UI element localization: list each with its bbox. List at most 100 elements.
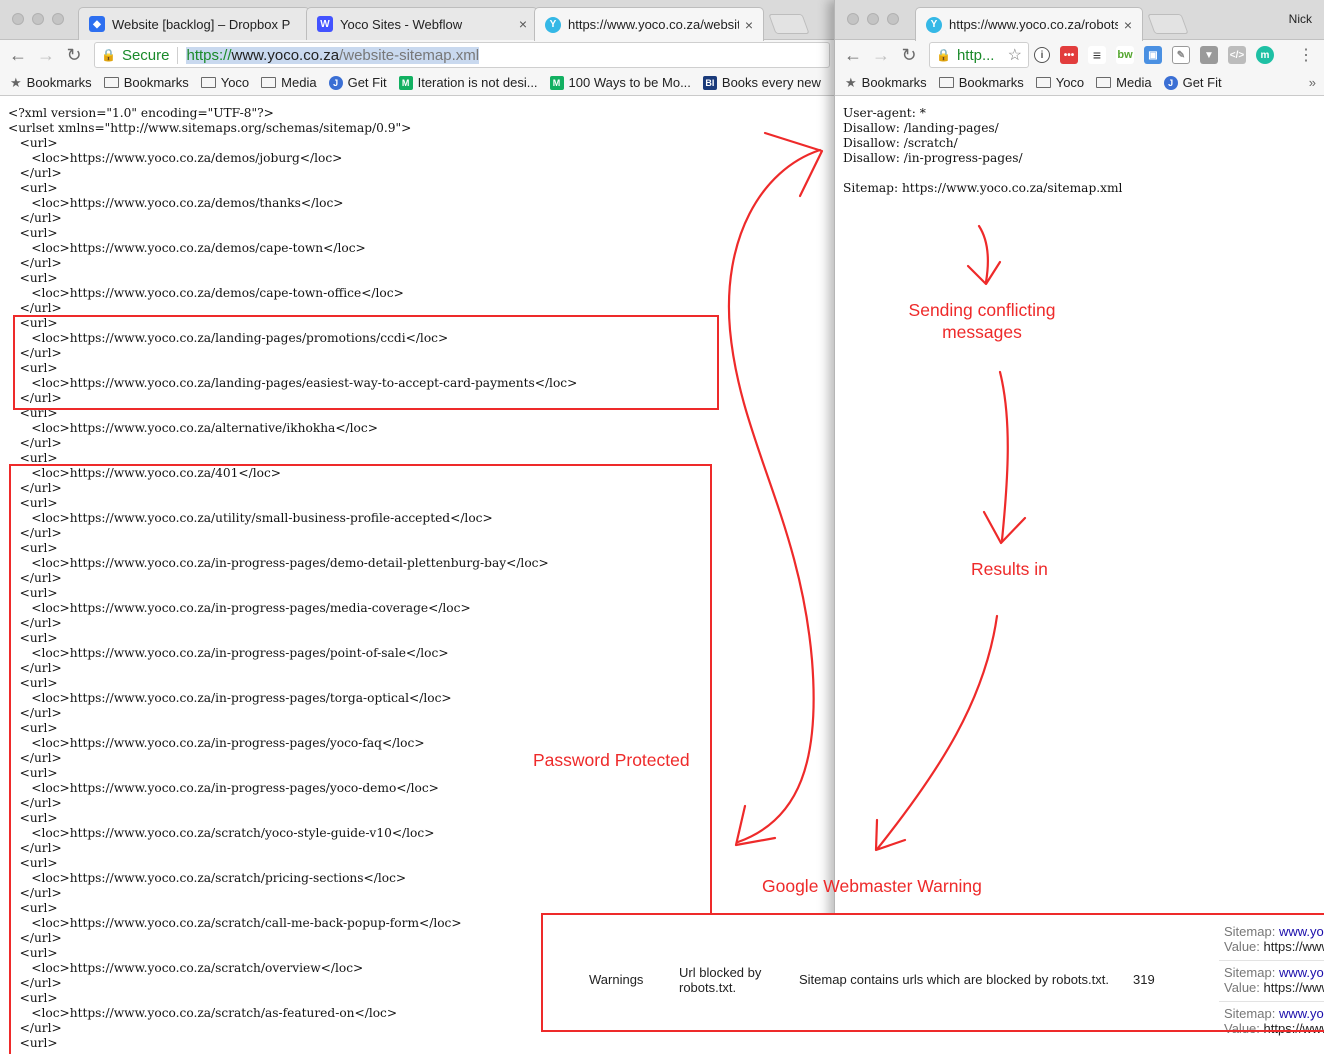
folder-icon	[103, 77, 119, 88]
lock-icon: 🔒	[936, 48, 951, 62]
sitemap-link[interactable]: www.yo	[1279, 965, 1324, 980]
back-arrow-icon[interactable]: ←	[839, 41, 867, 69]
webflow-icon: W	[317, 16, 333, 32]
profile-name[interactable]: Nick	[1289, 12, 1312, 26]
robots-txt-source: User-agent: * Disallow: /landing-pages/ …	[843, 106, 1123, 195]
j-icon: J	[1163, 75, 1178, 90]
bookmark-item[interactable]: J Get Fit	[328, 75, 387, 90]
folder-icon	[1096, 77, 1112, 88]
warning-type: Warnings	[589, 972, 644, 987]
shield-icon[interactable]: ▼	[1200, 46, 1218, 64]
folder-icon	[200, 77, 216, 88]
bi-icon: BI	[702, 75, 717, 90]
zoom-window-button[interactable]	[887, 13, 899, 25]
close-tab-icon[interactable]: ×	[1124, 17, 1132, 33]
folder-icon	[938, 77, 954, 88]
sitemap-link[interactable]: www.yo	[1279, 1006, 1324, 1021]
tab-strip: Y https://www.yoco.co.za/robots × Nick	[835, 0, 1324, 41]
bookmark-item[interactable]: ★ Bookmarks	[845, 75, 927, 91]
close-tab-icon[interactable]: ×	[745, 17, 753, 33]
folder-icon	[1035, 77, 1051, 88]
bookmark-item[interactable]: BI Books every new	[702, 75, 821, 90]
bookmark-item[interactable]: M 100 Ways to be Mo...	[549, 75, 691, 90]
tab-title: https://www.yoco.co.za/websit	[568, 17, 739, 32]
lock-icon: 🔒	[101, 48, 116, 62]
toolbar: ← → ↻ 🔒 http... ☆ i ••• ≡ bw ▣ ✎ ▼ </> m…	[835, 40, 1324, 70]
bookmark-folder[interactable]: Yoco	[200, 75, 249, 90]
bookmark-folder[interactable]: Bookmarks	[103, 75, 189, 90]
builtwith-icon[interactable]: bw	[1116, 46, 1134, 64]
pencil-icon[interactable]: ✎	[1172, 46, 1190, 64]
tab-title: Yoco Sites - Webflow	[340, 16, 463, 32]
sending-conflicting-messages-note: Sending conflicting messages	[908, 300, 1056, 342]
bookmarks-bar: ★ Bookmarks Bookmarks Yoco Media J Get Fit…	[835, 70, 1324, 96]
clipper-icon[interactable]: ▣	[1144, 46, 1162, 64]
m-extension-icon[interactable]: m	[1256, 46, 1274, 64]
minimize-window-button[interactable]	[32, 13, 44, 25]
folder-icon	[261, 77, 277, 88]
bookmark-item[interactable]: M Iteration is not desi...	[398, 75, 538, 90]
minimize-window-button[interactable]	[867, 13, 879, 25]
new-tab-button[interactable]	[768, 14, 810, 34]
more-bookmarks-icon[interactable]: »	[1309, 75, 1316, 90]
bookmarks-bar: ★ Bookmarks Bookmarks Yoco Media J Get Fit…	[0, 70, 834, 96]
robots-content: User-agent: * Disallow: /landing-pages/ …	[835, 97, 1324, 1054]
reload-icon[interactable]: ↻	[895, 41, 923, 69]
onepassword-icon[interactable]: i	[1034, 47, 1050, 63]
divider	[1219, 1001, 1324, 1002]
buffer-icon[interactable]: ≡	[1088, 46, 1106, 64]
tab-strip: ◆ Website [backlog] – Dropbox P W Yoco S…	[0, 0, 834, 41]
webmaster-warning-panel: Warnings Url blocked by robots.txt. Site…	[541, 913, 1324, 1054]
url-text: https://www.yoco.co.za/website-sitemap.x…	[186, 46, 480, 64]
sitemap-browser-window: ◆ Website [backlog] – Dropbox P W Yoco S…	[0, 0, 834, 1054]
tab-robots[interactable]: Y https://www.yoco.co.za/robots ×	[915, 7, 1143, 41]
tab-title: https://www.yoco.co.za/robots	[949, 17, 1118, 32]
menu-dots-icon[interactable]: ⋮	[1292, 41, 1320, 69]
google-webmaster-warning-note: Google Webmaster Warning	[762, 876, 982, 896]
sitemap-xml-source: <?xml version="1.0" encoding="UTF-8"?> <…	[8, 106, 578, 1050]
warning-count: 319	[1133, 972, 1155, 987]
warning-entry: Sitemap: www.yo Value: https://www	[1224, 1006, 1324, 1036]
bookmark-star-icon[interactable]: ☆	[1008, 45, 1022, 65]
lastpass-icon[interactable]: •••	[1060, 46, 1078, 64]
forward-arrow-icon[interactable]: →	[32, 41, 60, 69]
tab-title: Website [backlog] – Dropbox P	[112, 16, 291, 32]
medium-icon: M	[398, 75, 413, 90]
warning-description: Sitemap contains urls which are blocked …	[799, 972, 1109, 987]
secure-label: Secure	[122, 46, 179, 64]
results-in-note: Results in	[971, 559, 1048, 579]
zoom-window-button[interactable]	[52, 13, 64, 25]
address-bar[interactable]: 🔒 http... ☆	[929, 42, 1029, 68]
tab-dropbox[interactable]: ◆ Website [backlog] – Dropbox P	[78, 7, 310, 40]
bookmark-folder[interactable]: Media	[261, 75, 317, 90]
warning-entry: Sitemap: www.yo Value: https://www	[1224, 965, 1324, 995]
j-icon: J	[328, 75, 343, 90]
back-arrow-icon[interactable]: ←	[4, 41, 32, 69]
forward-arrow-icon[interactable]: →	[867, 41, 895, 69]
window-controls	[12, 13, 64, 25]
close-window-button[interactable]	[12, 13, 24, 25]
bookmark-folder[interactable]: Yoco	[1035, 75, 1084, 90]
warning-issue: Url blocked by robots.txt.	[679, 965, 762, 995]
bookmark-folder[interactable]: Media	[1096, 75, 1152, 90]
divider	[1219, 960, 1324, 961]
yoco-icon: Y	[926, 16, 942, 33]
url-text: http...	[956, 46, 995, 64]
dropbox-icon: ◆	[89, 16, 105, 32]
star-icon: ★	[10, 74, 22, 90]
window-controls	[847, 13, 899, 25]
star-icon: ★	[845, 74, 857, 90]
reload-icon[interactable]: ↻	[60, 41, 88, 69]
tab-webflow[interactable]: W Yoco Sites - Webflow ×	[306, 7, 538, 40]
tab-sitemap[interactable]: Y https://www.yoco.co.za/websit ×	[534, 7, 764, 41]
address-bar[interactable]: 🔒 Secure https://www.yoco.co.za/website-…	[94, 42, 830, 68]
close-window-button[interactable]	[847, 13, 859, 25]
medium-icon: M	[549, 75, 564, 90]
new-tab-button[interactable]	[1147, 14, 1189, 34]
close-tab-icon[interactable]: ×	[519, 16, 527, 32]
code-icon[interactable]: </>	[1228, 46, 1246, 64]
bookmark-item[interactable]: ★ Bookmarks	[10, 75, 92, 91]
bookmark-item[interactable]: J Get Fit	[1163, 75, 1222, 90]
sitemap-link[interactable]: www.yo	[1279, 924, 1324, 939]
bookmark-folder[interactable]: Bookmarks	[938, 75, 1024, 90]
